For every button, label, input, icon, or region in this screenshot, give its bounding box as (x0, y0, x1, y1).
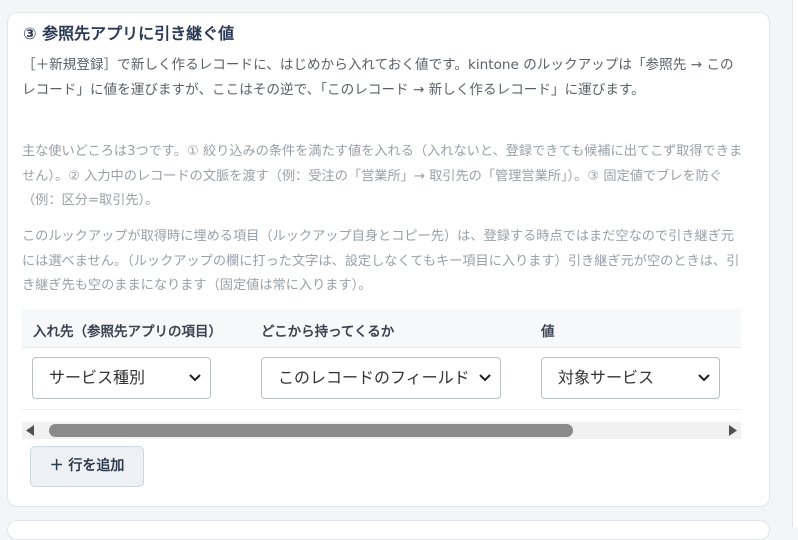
chevron-down-icon (479, 374, 491, 382)
value-select[interactable]: 対象サービス (541, 357, 720, 399)
add-row-button[interactable]: ＋ 行を追加 (30, 446, 144, 487)
value-select-value: 対象サービス (558, 368, 655, 387)
intro-text: ［＋新規登録］で新しく作るレコードに、はじめから入れておく値です。kintone… (22, 57, 734, 98)
note-text: このルックアップが取得時に埋める項目（ルックアップ自身とコピー先）は、登録する時… (22, 229, 740, 293)
next-section-card (7, 520, 770, 540)
right-panel-edge (792, 0, 798, 527)
source-type-select[interactable]: このレコードのフィールド (261, 357, 501, 399)
target-field-value: サービス種別 (49, 368, 146, 387)
header-value: 値 (541, 324, 555, 340)
header-target: 入れ先（参照先アプリの項目） (33, 324, 222, 340)
mapping-table: 入れ先（参照先アプリの項目） どこから持ってくるか 値 サービス種別 このレコー… (22, 309, 741, 443)
horizontal-scrollbar[interactable] (22, 422, 741, 439)
chevron-down-icon (189, 374, 201, 382)
scrollbar-thumb[interactable] (49, 424, 573, 437)
table-header: 入れ先（参照先アプリの項目） どこから持ってくるか 値 (22, 309, 741, 348)
header-source: どこから持ってくるか (261, 324, 395, 340)
chevron-down-icon (698, 374, 710, 382)
section-title: ③ 参照先アプリに引き継ぐ値 (23, 24, 235, 43)
scroll-left-arrow-icon[interactable] (25, 425, 36, 436)
source-type-value: このレコードのフィールド (278, 368, 470, 387)
target-field-select[interactable]: サービス種別 (32, 357, 211, 399)
usage-text: 主な使いどころは3つです。① 絞り込みの条件を満たす値を入れる（入れないと、登録… (22, 144, 743, 208)
scroll-right-arrow-icon[interactable] (727, 425, 738, 436)
row-divider (22, 409, 741, 410)
